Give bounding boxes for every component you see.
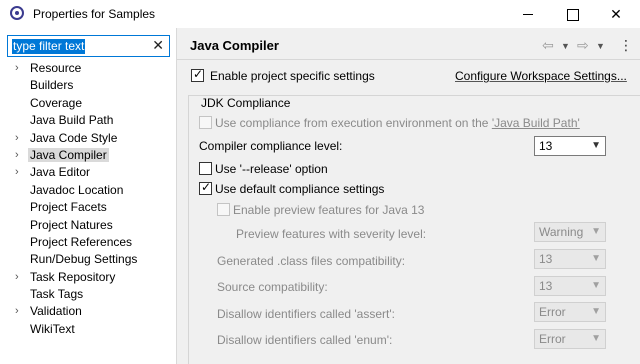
use-compliance-env-label[interactable]: Use compliance from execution environmen… <box>215 116 580 130</box>
tree-item[interactable]: Project References <box>0 234 176 251</box>
tree-item-label: Java Code Style <box>30 130 118 145</box>
header-separator <box>177 59 640 60</box>
maximize-button[interactable] <box>550 0 594 28</box>
title-bar: Properties for Samples ✕ <box>0 0 640 28</box>
chevron-down-icon: ▼ <box>591 280 601 291</box>
use-compliance-env-checkbox[interactable] <box>199 116 212 129</box>
use-release-checkbox[interactable] <box>199 162 212 175</box>
tree-item-label: Javadoc Location <box>30 182 124 197</box>
use-default-compliance-checkbox[interactable] <box>199 180 212 195</box>
tree-item[interactable]: › Java Compiler <box>0 147 176 164</box>
tree-item-label: Java Compiler <box>28 147 109 162</box>
generated-class-select[interactable]: 13 ▼ <box>534 249 606 269</box>
source-compat-select[interactable]: 13 ▼ <box>534 276 606 296</box>
chevron-down-icon: ▼ <box>591 226 601 237</box>
source-compat-label: Source compatibility: <box>217 280 328 294</box>
properties-page: Java Compiler ⇦ ▼ ⇨ ▼ ⋮ Enable project s… <box>177 28 640 364</box>
tree-item-label: Java Editor <box>30 165 91 180</box>
tree-item-label: Java Build Path <box>30 113 114 128</box>
use-compliance-env-label-text: Use compliance from execution environmen… <box>215 116 492 130</box>
tree-item-label: Builders <box>30 78 74 93</box>
disallow-assert-value: Error <box>539 305 566 319</box>
chevron-down-icon: ▼ <box>591 253 601 264</box>
tree-item-label: Task Repository <box>30 269 116 284</box>
view-menu-icon[interactable]: ⋮ <box>619 37 633 54</box>
tree-item-label: Task Tags <box>30 287 84 302</box>
tree-item-label: Project Natures <box>30 217 113 232</box>
enable-preview-label[interactable]: Enable preview features for Java 13 <box>233 203 424 217</box>
tree-item-label: Validation <box>30 304 82 319</box>
tree-item[interactable]: Javadoc Location <box>0 182 176 199</box>
tree-item-label: Run/Debug Settings <box>30 252 138 267</box>
tree-item[interactable]: › Java Editor <box>0 164 176 181</box>
tree-item-label: WikiText <box>30 321 75 336</box>
page-header: Java Compiler ⇦ ▼ ⇨ ▼ ⋮ <box>177 28 640 59</box>
disallow-enum-label: Disallow identifiers called 'enum': <box>217 333 393 347</box>
configure-workspace-settings-link[interactable]: Configure Workspace Settings... <box>455 69 627 83</box>
disallow-assert-label: Disallow identifiers called 'assert': <box>217 307 395 321</box>
expand-chevron-icon[interactable]: › <box>15 269 19 286</box>
filter-input-text[interactable]: type filter text <box>12 39 86 54</box>
tree-item[interactable]: Project Natures <box>0 217 176 234</box>
eclipse-app-icon <box>10 6 24 20</box>
expand-chevron-icon[interactable]: › <box>15 130 19 147</box>
filter-field[interactable]: type filter text ✕ <box>7 35 170 57</box>
preview-severity-value: Warning <box>539 225 584 239</box>
preview-severity-label: Preview features with severity level: <box>236 227 427 241</box>
tree-item-label: Project References <box>30 234 133 249</box>
compliance-level-value: 13 <box>539 139 553 153</box>
expand-chevron-icon[interactable]: › <box>15 147 19 164</box>
tree-item[interactable]: › Resource <box>0 60 176 77</box>
chevron-down-icon: ▼ <box>591 140 601 151</box>
tree-item-label: Coverage <box>30 95 83 110</box>
back-history-dropdown-icon[interactable]: ▼ <box>561 41 570 51</box>
tree-item-label: Project Facets <box>30 200 107 215</box>
forward-history-dropdown-icon[interactable]: ▼ <box>596 41 605 51</box>
tree-item[interactable]: Project Facets <box>0 199 176 216</box>
tree-item[interactable]: Task Tags <box>0 286 176 303</box>
java-build-path-link[interactable]: 'Java Build Path' <box>492 116 580 130</box>
preview-severity-select[interactable]: Warning ▼ <box>534 222 606 242</box>
close-button[interactable]: ✕ <box>594 0 638 28</box>
clear-filter-icon[interactable]: ✕ <box>152 37 164 54</box>
disallow-assert-select[interactable]: Error ▼ <box>534 302 606 322</box>
expand-chevron-icon[interactable]: › <box>15 164 19 181</box>
expand-chevron-icon[interactable]: › <box>15 303 19 320</box>
forward-arrow-icon[interactable]: ⇨ <box>577 37 589 54</box>
use-release-label[interactable]: Use '--release' option <box>215 162 328 176</box>
disallow-enum-value: Error <box>539 332 566 346</box>
tree-item[interactable]: Coverage <box>0 95 176 112</box>
tree-item[interactable]: WikiText <box>0 321 176 338</box>
tree-item[interactable]: › Task Repository <box>0 269 176 286</box>
use-default-compliance-label[interactable]: Use default compliance settings <box>215 182 384 196</box>
source-compat-value: 13 <box>539 279 553 293</box>
tree-item[interactable]: Java Build Path <box>0 112 176 129</box>
back-arrow-icon[interactable]: ⇦ <box>542 37 554 54</box>
minimize-button[interactable] <box>506 0 550 28</box>
chevron-down-icon: ▼ <box>591 333 601 344</box>
page-title: Java Compiler <box>190 38 279 53</box>
tree-item[interactable]: Run/Debug Settings <box>0 251 176 268</box>
compliance-level-label: Compiler compliance level: <box>199 139 343 153</box>
tree-item-label: Resource <box>30 61 82 75</box>
expand-chevron-icon[interactable]: › <box>15 60 19 77</box>
tree-item[interactable]: › Java Code Style <box>0 130 176 147</box>
jdk-compliance-group-title: JDK Compliance <box>199 96 293 110</box>
preferences-tree: › Resource Builders Coverage Java Build Path… <box>0 60 176 338</box>
enable-project-specific-label[interactable]: Enable project specific settings <box>210 69 375 83</box>
window-title: Properties for Samples <box>33 7 156 21</box>
enable-project-specific-checkbox[interactable] <box>191 67 204 82</box>
compliance-level-select[interactable]: 13 ▼ <box>534 136 606 156</box>
tree-item[interactable]: › Validation <box>0 303 176 320</box>
generated-class-label: Generated .class files compatibility: <box>217 254 406 268</box>
generated-class-value: 13 <box>539 252 553 266</box>
preferences-tree-pane: type filter text ✕ › Resource Builders Cove… <box>0 28 177 364</box>
chevron-down-icon: ▼ <box>591 306 601 317</box>
tree-item[interactable]: Builders <box>0 77 176 94</box>
disallow-enum-select[interactable]: Error ▼ <box>534 329 606 349</box>
enable-preview-checkbox[interactable] <box>217 203 230 216</box>
